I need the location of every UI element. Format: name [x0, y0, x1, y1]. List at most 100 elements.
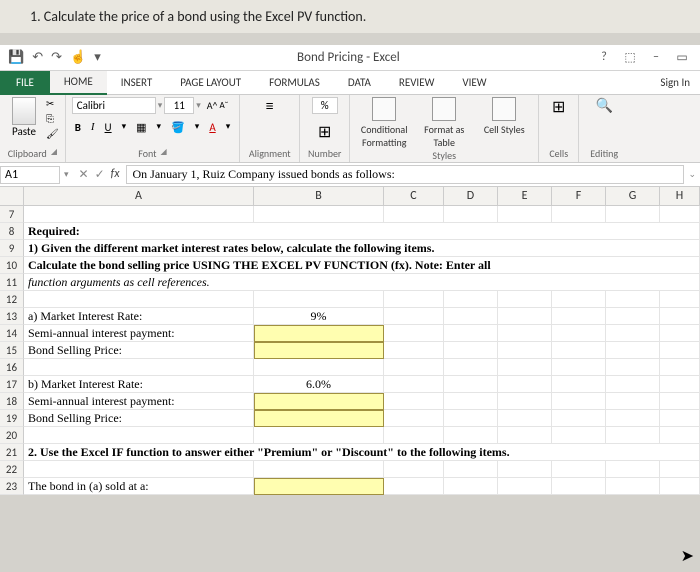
- save-icon[interactable]: 💾: [8, 50, 24, 65]
- cell[interactable]: [606, 478, 660, 495]
- cell[interactable]: [498, 206, 552, 223]
- cell[interactable]: [660, 410, 700, 427]
- spreadsheet-grid[interactable]: A B C D E F G H 7 8 Required: 9 1) Given…: [0, 187, 700, 495]
- font-launcher-icon[interactable]: ◢: [161, 147, 167, 160]
- formula-input[interactable]: On January 1, Ruiz Company issued bonds …: [126, 165, 685, 184]
- font-name-select[interactable]: Calibri: [72, 97, 156, 114]
- cell[interactable]: [660, 325, 700, 342]
- tab-insert[interactable]: INSERT: [107, 71, 167, 95]
- select-all-corner[interactable]: [0, 187, 24, 206]
- row-header[interactable]: 17: [0, 376, 24, 393]
- row-header[interactable]: 10: [0, 257, 24, 274]
- cell[interactable]: [552, 206, 606, 223]
- cell[interactable]: [660, 359, 700, 376]
- cell[interactable]: [384, 410, 444, 427]
- cell[interactable]: [24, 427, 254, 444]
- row-header[interactable]: 22: [0, 461, 24, 478]
- cell[interactable]: [384, 427, 444, 444]
- cell[interactable]: [606, 410, 660, 427]
- cell[interactable]: [384, 376, 444, 393]
- cell-b23-input[interactable]: [254, 478, 384, 495]
- fx-icon[interactable]: fx: [111, 167, 120, 182]
- row-header[interactable]: 21: [0, 444, 24, 461]
- cell[interactable]: [606, 206, 660, 223]
- row-header[interactable]: 23: [0, 478, 24, 495]
- cell[interactable]: [444, 393, 498, 410]
- col-header-c[interactable]: C: [384, 187, 444, 206]
- cell[interactable]: [384, 325, 444, 342]
- name-box-dropdown-icon[interactable]: ▾: [60, 169, 73, 180]
- cell-b14-input[interactable]: [254, 325, 384, 342]
- cell-a11[interactable]: function arguments as cell references.: [24, 274, 700, 291]
- formula-bar-expand-icon[interactable]: ⌄: [684, 169, 700, 180]
- align-icon[interactable]: ≡: [266, 97, 274, 116]
- cell[interactable]: [384, 206, 444, 223]
- cell[interactable]: [498, 325, 552, 342]
- cell[interactable]: [254, 206, 384, 223]
- percent-button[interactable]: %: [312, 97, 338, 114]
- row-header[interactable]: 20: [0, 427, 24, 444]
- cell[interactable]: [606, 325, 660, 342]
- col-header-b[interactable]: B: [254, 187, 384, 206]
- touch-mode-icon[interactable]: ☝: [70, 50, 86, 65]
- cell-b17[interactable]: 6.0%: [254, 376, 384, 393]
- cell[interactable]: [444, 342, 498, 359]
- cell[interactable]: [552, 461, 606, 478]
- row-header[interactable]: 15: [0, 342, 24, 359]
- row-header[interactable]: 16: [0, 359, 24, 376]
- row-header[interactable]: 14: [0, 325, 24, 342]
- cell[interactable]: [498, 376, 552, 393]
- cell[interactable]: [444, 325, 498, 342]
- cell-a15[interactable]: Bond Selling Price:: [24, 342, 254, 359]
- cell-a8[interactable]: Required:: [24, 223, 700, 240]
- fill-dropdown-icon[interactable]: ▾: [192, 120, 203, 135]
- format-painter-icon[interactable]: 🖌: [46, 127, 59, 140]
- cell[interactable]: [660, 342, 700, 359]
- bold-button[interactable]: B: [72, 120, 84, 135]
- cell[interactable]: [444, 478, 498, 495]
- cell[interactable]: [660, 376, 700, 393]
- row-header[interactable]: 18: [0, 393, 24, 410]
- cell[interactable]: [444, 461, 498, 478]
- cell[interactable]: [24, 461, 254, 478]
- enter-icon[interactable]: ✓: [95, 167, 105, 182]
- cell-a10[interactable]: Calculate the bond selling price USING T…: [24, 257, 700, 274]
- tab-home[interactable]: HOME: [50, 71, 107, 95]
- cell-b13[interactable]: 9%: [254, 308, 384, 325]
- cell[interactable]: [24, 359, 254, 376]
- row-header[interactable]: 7: [0, 206, 24, 223]
- cell[interactable]: [498, 342, 552, 359]
- maximize-icon[interactable]: ▭: [674, 50, 690, 65]
- border-dropdown-icon[interactable]: ▾: [154, 120, 165, 135]
- cell[interactable]: [384, 478, 444, 495]
- col-header-d[interactable]: D: [444, 187, 498, 206]
- cell-b15-input[interactable]: [254, 342, 384, 359]
- cell[interactable]: [552, 291, 606, 308]
- cell[interactable]: [384, 291, 444, 308]
- cell[interactable]: [660, 393, 700, 410]
- font-color-dropdown-icon[interactable]: ▾: [223, 120, 234, 135]
- cell[interactable]: [552, 325, 606, 342]
- cell[interactable]: [254, 461, 384, 478]
- cell[interactable]: [444, 206, 498, 223]
- cell[interactable]: [444, 359, 498, 376]
- cell[interactable]: [384, 342, 444, 359]
- tab-formulas[interactable]: FORMULAS: [255, 71, 334, 95]
- cell[interactable]: [660, 461, 700, 478]
- cell[interactable]: [606, 376, 660, 393]
- cell[interactable]: [606, 461, 660, 478]
- row-header[interactable]: 8: [0, 223, 24, 240]
- cell-a18[interactable]: Semi-annual interest payment:: [24, 393, 254, 410]
- cell[interactable]: [498, 427, 552, 444]
- cell[interactable]: [384, 461, 444, 478]
- col-header-f[interactable]: F: [552, 187, 606, 206]
- row-header[interactable]: 9: [0, 240, 24, 257]
- cell[interactable]: [498, 308, 552, 325]
- cell[interactable]: [24, 291, 254, 308]
- cell[interactable]: [498, 410, 552, 427]
- underline-button[interactable]: U: [102, 120, 115, 135]
- cell-b18-input[interactable]: [254, 393, 384, 410]
- cut-icon[interactable]: ✂: [46, 97, 59, 110]
- tab-page-layout[interactable]: PAGE LAYOUT: [166, 71, 255, 95]
- name-box[interactable]: A1: [0, 166, 60, 184]
